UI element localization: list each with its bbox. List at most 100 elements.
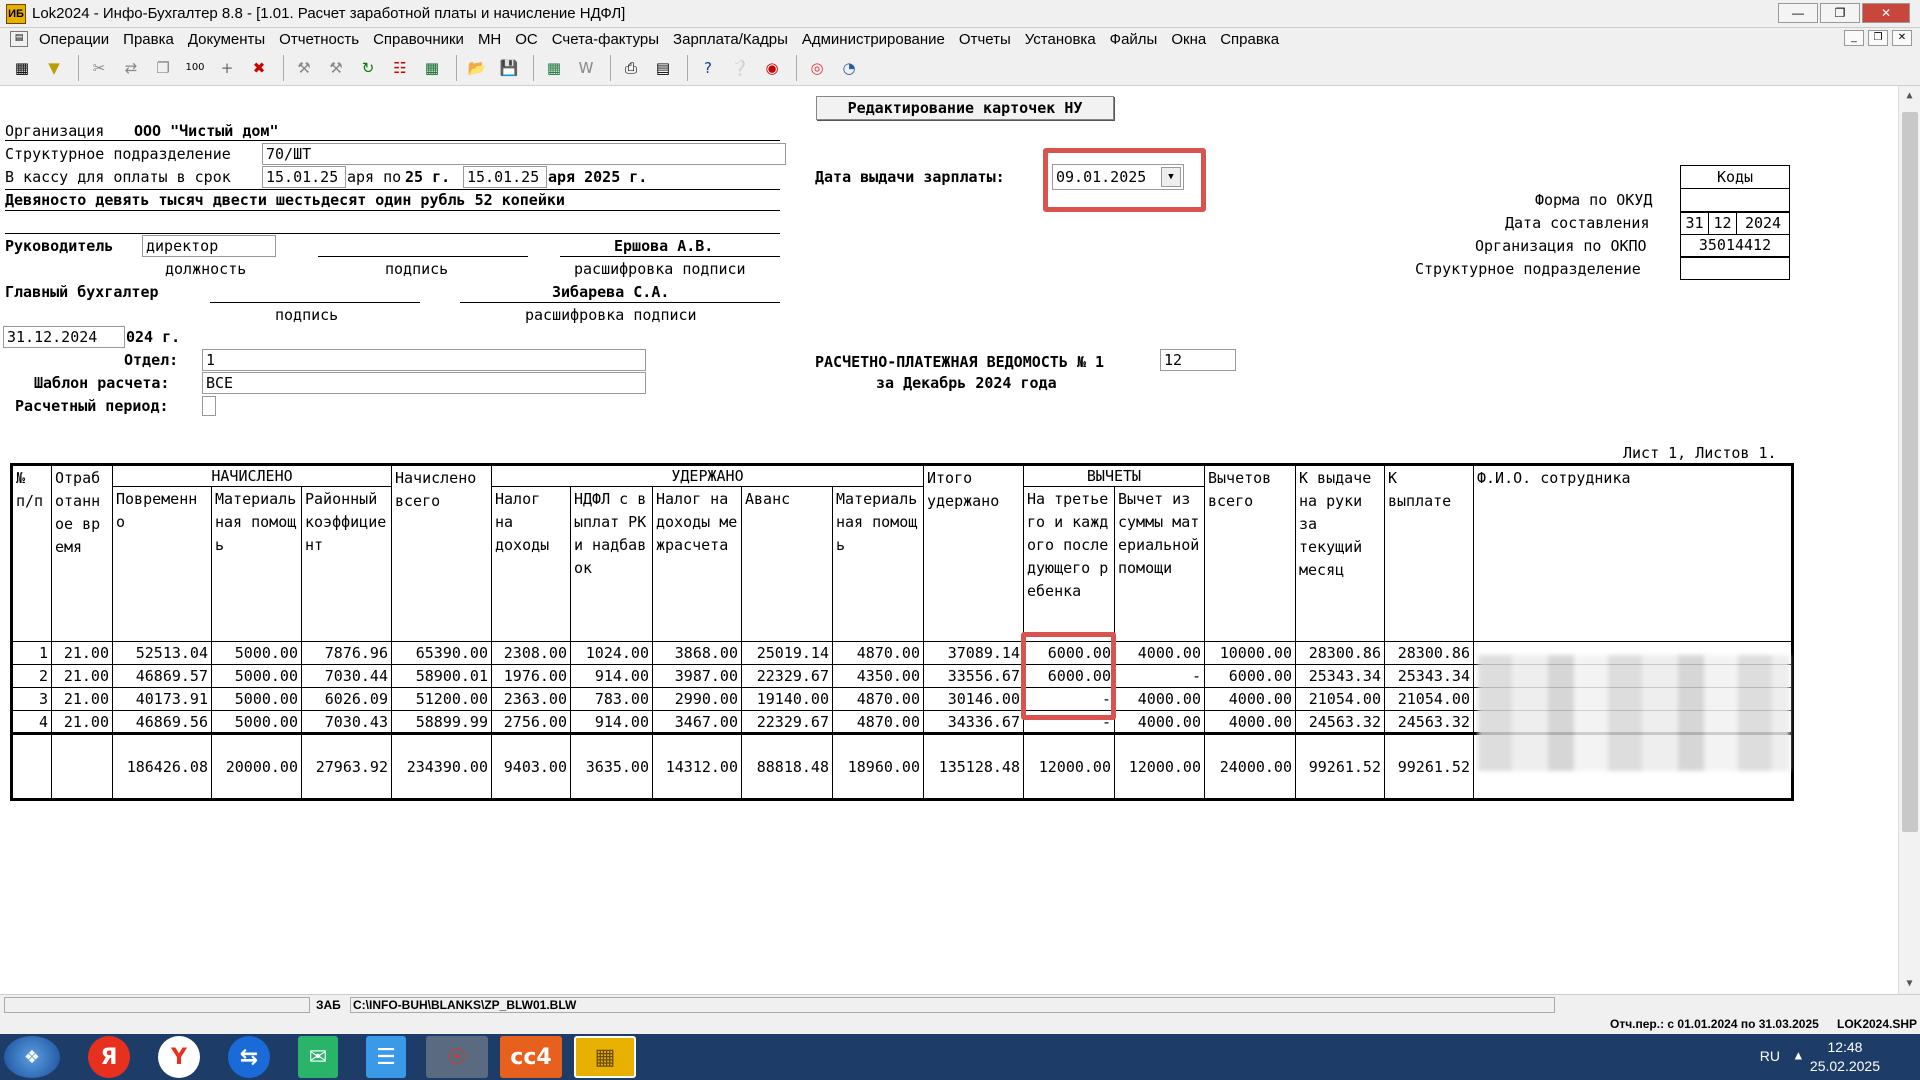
cell-time-pay: 46869.56 [112,710,212,734]
refresh-icon[interactable]: ↻ [354,54,382,82]
edit-tax-cards-button[interactable]: Редактирование карточек НУ [816,96,1114,120]
cell-no: 4 [11,710,52,734]
move-icon[interactable]: ⇄ [117,54,145,82]
menu-admin[interactable]: Администрирование [795,31,952,48]
maximize-button[interactable]: ❐ [1820,3,1860,23]
vertical-scrollbar[interactable]: ▲ ▼ [1898,86,1920,994]
menu-operations[interactable]: Операции [32,31,116,48]
start-button-icon[interactable]: ❖ [4,1036,60,1078]
doc-date-field[interactable]: 31.12.2024 [3,326,125,348]
struct-field[interactable]: 70/ШТ [262,143,786,165]
total-to-pay: 99261.52 [1384,732,1474,800]
mdi-minimize-button[interactable]: _ [1844,30,1864,46]
folder-open-icon[interactable]: 📂 [463,54,491,82]
total-time-pay: 186426.08 [112,732,212,800]
chat-icon[interactable]: ✉ [298,1036,338,1078]
menu-salary[interactable]: Зарплата/Кадры [666,31,795,48]
cash-mid2: 25 г. [405,168,451,186]
menu-directories[interactable]: Справочники [366,31,471,48]
caption-decode-2: расшифровка подписи [525,306,697,324]
tray-arrow-icon[interactable]: ▲ [1795,1048,1802,1062]
cash-from-field[interactable]: 15.01.25 [262,166,346,188]
cell-to-pay-month: 21054.00 [1295,687,1385,711]
period-checkbox[interactable] [202,396,216,416]
menu-files[interactable]: Файлы [1103,31,1165,48]
cell-material: 5000.00 [211,664,302,688]
mdi-close-button[interactable]: ✕ [1892,30,1912,46]
accountant-name: Зибарева С.А. [552,283,670,301]
delete-icon[interactable]: ✖ [245,54,273,82]
calculator-icon[interactable]: ▦ [418,54,446,82]
yandex-icon[interactable]: Я [88,1036,130,1078]
cell-tax: 1976.00 [491,664,571,688]
save-icon[interactable]: 💾 [495,54,523,82]
info-buh-icon[interactable]: ▦ [574,1036,636,1078]
yandex-browser-icon[interactable]: Y [158,1036,200,1078]
tool-icon[interactable]: ⚒ [290,54,318,82]
preview-icon[interactable]: ▤ [649,54,677,82]
context-help-icon[interactable]: ❔ [726,54,754,82]
menu-documents[interactable]: Документы [181,31,272,48]
menu-invoices[interactable]: Счета-фактуры [545,31,666,48]
total-to-pay-month: 99261.52 [1295,732,1385,800]
cell-accrued-total: 58900.01 [391,664,492,688]
org-value: ООО "Чистый дом" [134,122,279,140]
language-indicator[interactable]: RU [1760,1048,1780,1064]
dept-field[interactable]: 1 [202,349,646,371]
app-e-icon[interactable]: ☉ [426,1036,488,1078]
menu-edit[interactable]: Правка [116,31,181,48]
document-icon[interactable]: ▤ [10,31,28,47]
menu-windows[interactable]: Окна [1164,31,1213,48]
paste-icon[interactable]: ❐ [149,54,177,82]
app-icon[interactable]: ИБ [6,3,26,24]
close-button[interactable]: ✕ [1862,3,1910,23]
cell-material: 5000.00 [211,641,302,665]
col-deductions: ВЫЧЕТЫ [1023,464,1205,487]
help-icon[interactable]: ? [694,54,722,82]
calendar-icon[interactable]: ☷ [386,54,414,82]
tools-icon[interactable]: ⚒ [322,54,350,82]
template-label: Шаблон расчета: [34,374,170,392]
col-withheld: УДЕРЖАНО [491,464,924,487]
cc4-icon[interactable]: cc4 [500,1036,562,1078]
cell-ded-total: 10000.00 [1204,641,1296,665]
menu-mn[interactable]: МН [471,31,508,48]
scroll-up-icon[interactable]: ▲ [1899,86,1920,106]
template-field[interactable]: ВСЕ [202,372,646,394]
menu-setup[interactable]: Установка [1018,31,1103,48]
clock[interactable]: 12:48 25.02.2025 [1810,1038,1880,1076]
teamviewer-icon[interactable]: ⇆ [228,1036,270,1078]
mdi-restore-button[interactable]: ❐ [1868,30,1888,46]
menu-help[interactable]: Справка [1213,31,1286,48]
count-icon[interactable]: 100 [181,54,209,82]
scroll-down-icon[interactable]: ▼ [1899,974,1920,994]
excel-icon[interactable]: ▦ [540,54,568,82]
total-withheld: 135128.48 [923,732,1024,800]
grid-icon[interactable]: ▦ [8,54,36,82]
word-icon[interactable]: W [572,54,600,82]
cell-ded-material: 4000.00 [1114,710,1205,734]
lifebuoy-icon[interactable]: ◎ [803,54,831,82]
head-position-field[interactable]: директор [142,235,276,257]
cell-material: 5000.00 [211,687,302,711]
col-accrued-total: Начислено всего [395,469,477,510]
minimize-button[interactable]: — [1778,3,1818,23]
sub-label: Структурное подразделение [1415,260,1641,278]
cash-to-field[interactable]: 15.01.25 [463,166,547,188]
compass-icon[interactable]: ◉ [758,54,786,82]
print-icon[interactable]: ⎙ [617,54,645,82]
col-withheld-total: Итого удержано [927,469,1000,510]
cut-icon[interactable]: ✂ [85,54,113,82]
status-bar: ЗАБ C:\INFO-BUH\BLANKS\ZP_BLW01.BLW [0,994,1920,1016]
cell-tax: 2363.00 [491,687,571,711]
messenger-icon[interactable]: ☰ [366,1036,406,1078]
scroll-thumb[interactable] [1902,112,1918,832]
menu-os[interactable]: ОС [508,31,545,48]
globe-icon[interactable]: ◔ [835,54,863,82]
add-icon[interactable]: + [213,54,241,82]
menu-reporting[interactable]: Отчетность [272,31,366,48]
menu-reports[interactable]: Отчеты [952,31,1018,48]
filter-icon[interactable]: ▼ [40,54,68,82]
statement-number-field[interactable]: 12 [1160,349,1236,371]
cell-to-pay: 28300.86 [1384,641,1474,665]
